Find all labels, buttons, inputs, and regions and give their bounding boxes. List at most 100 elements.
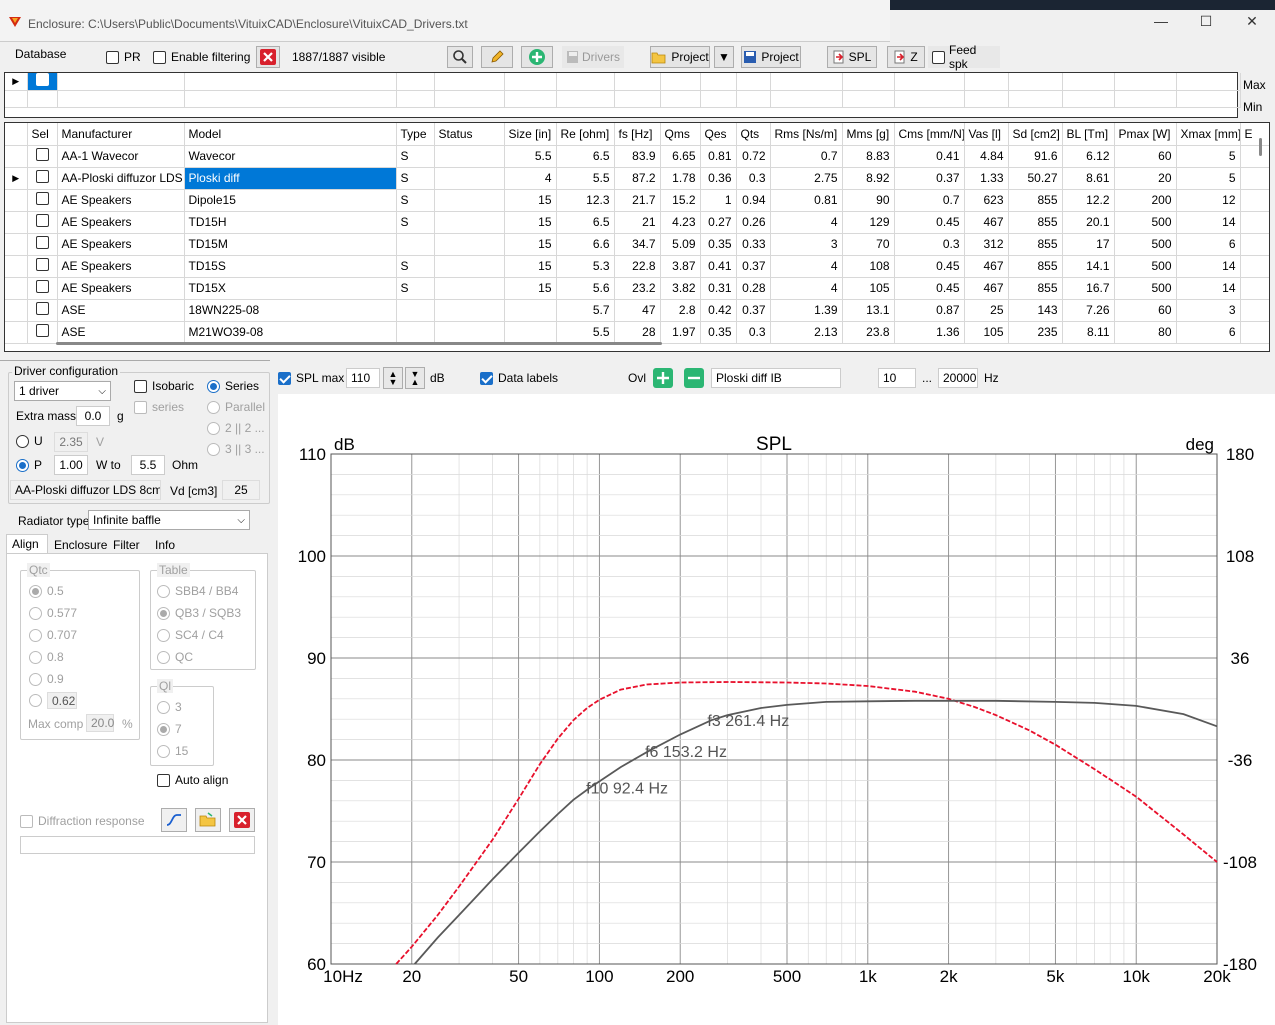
table-cell[interactable]: 855: [1008, 255, 1063, 278]
filter-max-cell[interactable]: [1062, 73, 1115, 91]
table-cell[interactable]: [396, 321, 435, 344]
table-cell[interactable]: S: [396, 189, 435, 212]
drivers-button[interactable]: Drivers: [562, 46, 624, 68]
enable-filtering-checkbox[interactable]: Enable filtering: [153, 50, 250, 64]
table-cell[interactable]: 855: [1008, 233, 1063, 256]
filter-max-cell[interactable]: [614, 73, 661, 91]
table-cell[interactable]: 0.81: [770, 189, 843, 212]
table-cell[interactable]: TD15H: [184, 211, 397, 234]
filter-max-cell[interactable]: [700, 73, 737, 91]
filter-max-cell[interactable]: [184, 73, 397, 91]
table-cell[interactable]: 500: [1114, 211, 1177, 234]
table-cell[interactable]: 0.36: [700, 167, 737, 190]
table-cell[interactable]: 8.83: [842, 145, 895, 168]
table-cell[interactable]: 2.8: [660, 299, 701, 322]
column-header[interactable]: E: [1240, 123, 1269, 146]
column-header[interactable]: Type: [396, 123, 435, 146]
table-cell[interactable]: 6.6: [556, 233, 615, 256]
table-cell[interactable]: [504, 299, 557, 322]
table-cell[interactable]: [396, 233, 435, 256]
table-radio-dot[interactable]: [157, 606, 170, 620]
table-cell[interactable]: 0.45: [894, 277, 965, 300]
table-cell[interactable]: 0.94: [736, 189, 771, 212]
table-cell[interactable]: 4.84: [964, 145, 1009, 168]
filter-checkbox-box[interactable]: [153, 50, 166, 64]
table-cell[interactable]: 14: [1176, 277, 1241, 300]
filter-max-cell[interactable]: [1176, 73, 1241, 91]
column-header[interactable]: Cms [mm/N]: [894, 123, 965, 146]
p-radio[interactable]: P: [16, 458, 42, 472]
filter-min-cell[interactable]: [964, 90, 1009, 108]
qtc-option[interactable]: 0.707: [29, 628, 77, 642]
table-cell[interactable]: 14: [1176, 211, 1241, 234]
p-radio-dot[interactable]: [16, 458, 29, 472]
table-cell[interactable]: 47: [614, 299, 661, 322]
table-radio-dot[interactable]: [157, 628, 170, 642]
qtc-option[interactable]: 0.577: [29, 606, 77, 620]
filter-min-cell[interactable]: [770, 90, 843, 108]
table-cell[interactable]: 0.3: [736, 167, 771, 190]
table-cell[interactable]: 6: [1176, 233, 1241, 256]
close-button[interactable]: ✕: [1237, 13, 1267, 30]
spl-max-box[interactable]: [278, 371, 291, 385]
filter-max-cell[interactable]: [504, 73, 557, 91]
overlay-name-input[interactable]: Ploski diff IB: [711, 368, 841, 388]
table-cell[interactable]: [434, 189, 505, 212]
diffraction-open-button[interactable]: [195, 808, 221, 832]
save-project-button[interactable]: Project: [741, 46, 801, 68]
table-cell[interactable]: S: [396, 145, 435, 168]
isobaric-box[interactable]: [134, 379, 147, 393]
isobaric-checkbox[interactable]: Isobaric: [134, 379, 194, 393]
table-cell[interactable]: [434, 211, 505, 234]
filter-min-cell[interactable]: [1176, 90, 1241, 108]
filter-max-cell[interactable]: [396, 73, 435, 91]
freq-to-input[interactable]: 20000: [938, 368, 978, 388]
table-row[interactable]: ▶ AA-Ploski diffuzor LDS ... Ploski diff S 4…: [5, 167, 1269, 190]
qtc-radio-dot[interactable]: [29, 672, 42, 686]
table-cell[interactable]: 500: [1114, 277, 1177, 300]
qtc-option[interactable]: 0.9: [29, 672, 64, 686]
table-cell[interactable]: 6.65: [660, 145, 701, 168]
table-cell[interactable]: 467: [964, 277, 1009, 300]
row-select[interactable]: [27, 321, 58, 344]
feed-spk-checkbox[interactable]: Feed spk: [928, 43, 1000, 71]
extra-mass-input[interactable]: 0.0: [76, 406, 110, 426]
parallel-radio[interactable]: Parallel: [207, 400, 265, 414]
column-header[interactable]: Model: [184, 123, 397, 146]
table-cell[interactable]: 1: [700, 189, 737, 212]
row-select[interactable]: [27, 233, 58, 256]
table-cell[interactable]: 235: [1008, 321, 1063, 344]
table-cell[interactable]: [504, 321, 557, 344]
filter-max-cell[interactable]: [660, 73, 701, 91]
table-cell[interactable]: AE Speakers: [57, 189, 185, 212]
column-header[interactable]: fs [Hz]: [614, 123, 661, 146]
u-radio-dot[interactable]: [16, 434, 29, 448]
filter-min-cell[interactable]: [660, 90, 701, 108]
table-cell[interactable]: AA-1 Wavecor: [57, 145, 185, 168]
table-cell[interactable]: 108: [842, 255, 895, 278]
table-cell[interactable]: 0.41: [894, 145, 965, 168]
table-cell[interactable]: ASE: [57, 299, 185, 322]
table-cell[interactable]: AE Speakers: [57, 233, 185, 256]
parallel-radio-dot[interactable]: [207, 400, 220, 414]
filter-max-cell[interactable]: [434, 73, 505, 91]
qtc-radio-dot[interactable]: [29, 694, 42, 707]
filter-max-cell[interactable]: [736, 73, 771, 91]
table-cell[interactable]: 0.26: [736, 211, 771, 234]
table-cell[interactable]: 0.35: [700, 233, 737, 256]
table-cell[interactable]: [1240, 299, 1269, 322]
table-cell[interactable]: 60: [1114, 299, 1177, 322]
filter-min-cell[interactable]: [396, 90, 435, 108]
row-checkbox[interactable]: [35, 280, 49, 293]
table-cell[interactable]: [1240, 167, 1269, 190]
qtc-option[interactable]: 0.8: [29, 650, 64, 664]
diffraction-file-field[interactable]: [20, 836, 255, 854]
table-row[interactable]: AE Speakers Dipole15 S 15 12.3 21.7 15.2 1 0.94 0…: [5, 189, 1269, 212]
row-checkbox[interactable]: [35, 214, 49, 227]
feed-checkbox-box[interactable]: [932, 50, 945, 64]
table-cell[interactable]: 0.7: [894, 189, 965, 212]
table-cell[interactable]: 4.23: [660, 211, 701, 234]
clear-filter-button[interactable]: [256, 46, 280, 68]
table-cell[interactable]: 500: [1114, 233, 1177, 256]
filter-min-cell[interactable]: [434, 90, 505, 108]
